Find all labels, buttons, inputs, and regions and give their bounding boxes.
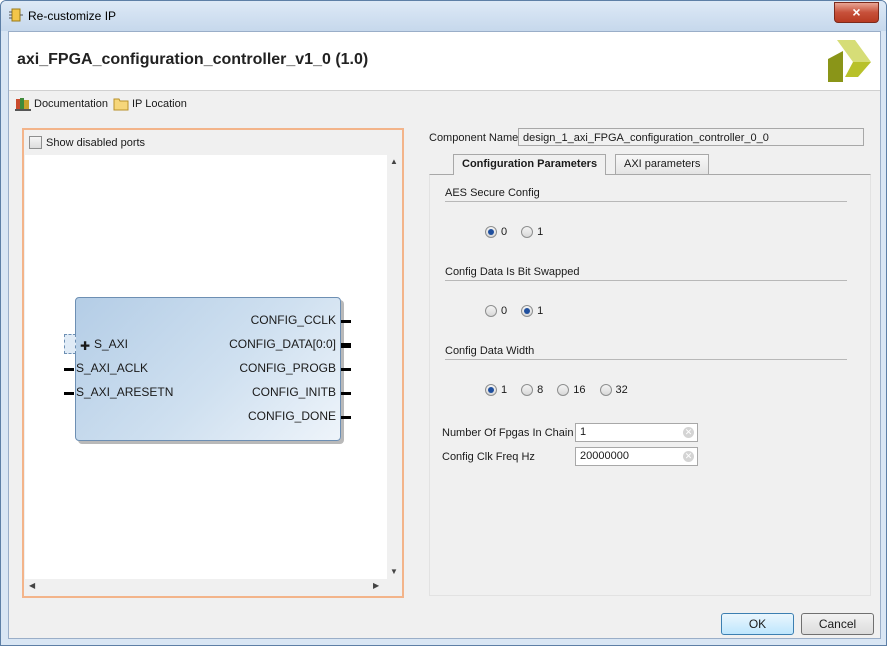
port-pin bbox=[341, 392, 351, 395]
horizontal-scrollbar[interactable]: ◀ ▶ bbox=[25, 579, 387, 593]
radio-width-1[interactable] bbox=[485, 384, 497, 396]
radio-swapped-0[interactable] bbox=[485, 305, 497, 317]
num-fpgas-value: 1 bbox=[580, 426, 587, 438]
divider bbox=[445, 359, 847, 360]
window-title: Re-customize IP bbox=[28, 9, 117, 23]
config-data-width-label: Config Data Width bbox=[445, 345, 535, 357]
port-config-cclk: CONFIG_CCLK bbox=[250, 313, 336, 327]
show-disabled-ports-label: Show disabled ports bbox=[46, 136, 146, 149]
divider bbox=[445, 280, 847, 281]
radio-width-32[interactable] bbox=[599, 384, 612, 396]
toolbar: Documentation IP Location bbox=[9, 91, 880, 117]
port-pin bbox=[341, 320, 351, 323]
dialog-header: axi_FPGA_configuration_controller_v1_0 (… bbox=[9, 32, 880, 91]
title-bar: Re-customize IP × bbox=[1, 1, 886, 31]
port-config-done: CONFIG_DONE bbox=[247, 409, 336, 423]
radio-label: 1 bbox=[537, 305, 544, 317]
tab-axi-parameters[interactable]: AXI parameters bbox=[615, 154, 710, 174]
component-name-label: Component Name bbox=[429, 132, 519, 144]
component-name-field[interactable]: design_1_axi_FPGA_configuration_controll… bbox=[518, 128, 864, 146]
parameters-panel: Component Name design_1_axi_FPGA_configu… bbox=[429, 124, 871, 596]
clk-freq-input[interactable]: 20000000 ✕ bbox=[575, 447, 698, 466]
radio-label: 32 bbox=[615, 384, 628, 396]
port-s-axi: S_AXI bbox=[94, 337, 129, 351]
radio-label: 8 bbox=[537, 384, 544, 396]
port-pin bbox=[341, 368, 351, 371]
radio-label: 0 bbox=[501, 305, 508, 317]
clear-icon[interactable]: ✕ bbox=[683, 427, 694, 438]
divider bbox=[445, 201, 847, 202]
clk-freq-label: Config Clk Freq Hz bbox=[442, 451, 535, 463]
show-disabled-ports-toggle[interactable]: Show disabled ports bbox=[29, 136, 145, 149]
port-pin bbox=[341, 343, 351, 348]
radio-aes-0[interactable] bbox=[485, 226, 497, 238]
symbol-canvas[interactable]: ✚ S_AXI S_AXI_ACLK S_AXI_ARESETN CONFIG_… bbox=[25, 155, 387, 579]
radio-aes-1[interactable] bbox=[521, 226, 534, 238]
radio-width-8[interactable] bbox=[521, 384, 534, 396]
port-config-initb: CONFIG_INITB bbox=[251, 385, 336, 399]
radio-label: 1 bbox=[537, 226, 544, 238]
ip-location-button[interactable]: IP Location bbox=[113, 96, 187, 111]
num-fpgas-input[interactable]: 1 ✕ bbox=[575, 423, 698, 442]
ip-location-label: IP Location bbox=[132, 97, 187, 110]
clk-freq-value: 20000000 bbox=[580, 450, 629, 462]
port-s-axi-aresetn: S_AXI_ARESETN bbox=[76, 385, 174, 399]
tab-content: AES Secure Config 0 1 Config Data Is Bit… bbox=[429, 174, 871, 596]
ok-button[interactable]: OK bbox=[721, 613, 794, 635]
close-button[interactable]: × bbox=[834, 2, 879, 23]
port-pin bbox=[64, 392, 74, 395]
config-data-bit-swapped-label: Config Data Is Bit Swapped bbox=[445, 266, 580, 278]
close-icon: × bbox=[852, 4, 861, 20]
plus-icon[interactable]: ✚ bbox=[80, 339, 90, 353]
port-config-progb: CONFIG_PROGB bbox=[239, 361, 336, 375]
ip-title: axi_FPGA_configuration_controller_v1_0 (… bbox=[17, 51, 369, 68]
scroll-left-icon[interactable]: ◀ bbox=[29, 581, 35, 590]
xilinx-logo bbox=[828, 40, 871, 82]
num-fpgas-label: Number Of Fpgas In Chain bbox=[442, 427, 574, 439]
scroll-right-icon[interactable]: ▶ bbox=[373, 581, 379, 590]
port-pin bbox=[341, 416, 351, 419]
cancel-button[interactable]: Cancel bbox=[801, 613, 874, 635]
aes-secure-config-options: 0 1 bbox=[485, 226, 557, 238]
ip-block-symbol[interactable]: ✚ S_AXI S_AXI_ACLK S_AXI_ARESETN CONFIG_… bbox=[64, 297, 351, 441]
scroll-down-icon[interactable]: ▼ bbox=[390, 567, 398, 576]
scroll-up-icon[interactable]: ▲ bbox=[390, 157, 398, 166]
show-disabled-ports-checkbox[interactable] bbox=[29, 136, 42, 149]
port-config-data: CONFIG_DATA[0:0] bbox=[229, 337, 336, 351]
documentation-button[interactable]: Documentation bbox=[15, 96, 108, 111]
vertical-scrollbar[interactable]: ▲ ▼ bbox=[387, 155, 400, 579]
radio-label: 16 bbox=[573, 384, 586, 396]
symbol-panel: Show disabled ports ✚ S_AXI S_AXI_ACLK S… bbox=[22, 128, 404, 598]
port-s-axi-aclk: S_AXI_ACLK bbox=[76, 361, 149, 375]
radio-label: 1 bbox=[501, 384, 508, 396]
data-width-options: 1 8 16 32 bbox=[485, 384, 642, 396]
radio-width-16[interactable] bbox=[557, 384, 570, 396]
bit-swapped-options: 0 1 bbox=[485, 305, 557, 317]
books-icon bbox=[15, 98, 31, 111]
radio-swapped-1[interactable] bbox=[521, 305, 534, 317]
tab-configuration-parameters[interactable]: Configuration Parameters bbox=[453, 154, 607, 175]
port-pin bbox=[64, 368, 74, 371]
dialog-content: axi_FPGA_configuration_controller_v1_0 (… bbox=[8, 31, 881, 639]
aes-secure-config-label: AES Secure Config bbox=[445, 187, 540, 199]
ip-icon bbox=[9, 8, 23, 22]
clear-icon[interactable]: ✕ bbox=[683, 451, 694, 462]
radio-label: 0 bbox=[501, 226, 508, 238]
documentation-label: Documentation bbox=[34, 97, 108, 110]
bus-interface-handle[interactable] bbox=[64, 334, 76, 354]
folder-icon bbox=[113, 98, 129, 111]
dialog-window: Re-customize IP × axi_FPGA_configuration… bbox=[0, 0, 887, 646]
